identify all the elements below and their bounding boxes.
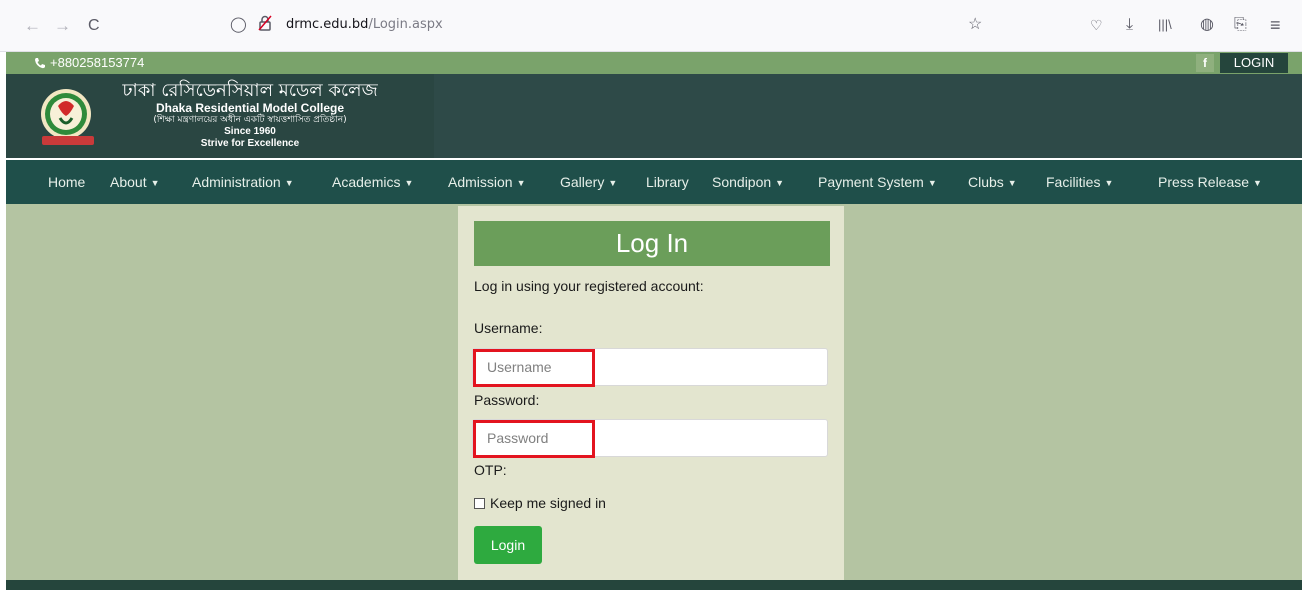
nav-label: Facilities — [1046, 174, 1101, 190]
footer-strip — [6, 580, 1302, 590]
password-field[interactable] — [472, 419, 828, 458]
forward-icon[interactable]: → — [54, 16, 71, 36]
nav-label: Library — [646, 174, 689, 190]
nav-academics[interactable]: Academics ▼ — [332, 174, 413, 190]
nav-facilities[interactable]: Facilities ▼ — [1046, 174, 1113, 190]
browser-toolbar: ← → C ◯ drmc.edu.bd/Login.aspx ☆ ♡ ⤓ |||… — [0, 0, 1302, 52]
nav-about[interactable]: About ▼ — [110, 174, 160, 190]
shield-icon[interactable]: ◯ — [230, 15, 247, 33]
nav-label: Administration — [192, 174, 281, 190]
lock-icon[interactable] — [258, 15, 272, 34]
nav-label: Clubs — [968, 174, 1004, 190]
nav-press-release[interactable]: Press Release ▼ — [1158, 174, 1262, 190]
nav-administration[interactable]: Administration ▼ — [192, 174, 294, 190]
chevron-down-icon: ▼ — [1104, 178, 1114, 188]
password-label: Password: — [474, 392, 540, 408]
library-icon[interactable]: |||\ — [1158, 15, 1172, 35]
chevron-down-icon: ▼ — [150, 178, 160, 188]
top-info-bar: +880258153774 f LOGIN — [6, 52, 1302, 74]
nav-admission[interactable]: Admission ▼ — [448, 174, 526, 190]
phone-number: +880258153774 — [50, 55, 145, 70]
pocket-icon[interactable]: ♡ — [1090, 15, 1103, 35]
download-icon[interactable]: ⤓ — [1126, 15, 1133, 35]
otp-label: OTP: — [474, 462, 507, 478]
nav-label: About — [110, 174, 147, 190]
chevron-down-icon: ▼ — [1253, 178, 1262, 188]
top-login-button[interactable]: LOGIN — [1220, 53, 1288, 73]
login-intro-text: Log in using your registered account: — [474, 278, 704, 294]
chevron-down-icon: ▼ — [284, 178, 294, 188]
chevron-down-icon: ▼ — [404, 178, 414, 188]
nav-home[interactable]: Home — [48, 174, 85, 190]
nav-clubs[interactable]: Clubs ▼ — [968, 174, 1017, 190]
globe-icon[interactable]: ◍ — [1200, 15, 1214, 35]
since-text: Since 1960 — [224, 126, 276, 137]
bookmark-star-icon[interactable]: ☆ — [968, 15, 982, 35]
chevron-down-icon: ▼ — [775, 178, 785, 188]
keep-signed-in-checkbox[interactable] — [474, 498, 485, 509]
nav-payment-system[interactable]: Payment System ▼ — [818, 174, 937, 190]
nav-label: Gallery — [560, 174, 605, 190]
site-header: ঢাকা রেসিডেনসিয়াল মডেল কলেজ Dhaka Resid… — [6, 74, 1302, 158]
nav-label: Academics — [332, 174, 401, 190]
chevron-down-icon: ▼ — [608, 178, 618, 188]
nav-label: Home — [48, 174, 86, 190]
nav-label: Sondipon — [712, 174, 772, 190]
username-input[interactable] — [473, 349, 827, 385]
extension-icon[interactable]: ⎘ — [1234, 15, 1247, 35]
header-brand: ঢাকা রেসিডেনসিয়াল মডেল কলেজ Dhaka Resid… — [6, 74, 434, 158]
chevron-down-icon: ▼ — [927, 178, 937, 188]
nav-label: Press Release — [1158, 174, 1250, 190]
reload-icon[interactable]: C — [88, 16, 100, 36]
nav-sondipon[interactable]: Sondipon ▼ — [712, 174, 784, 190]
college-name-block: ঢাকা রেসিডেনসিয়াল মডেল কলেজ Dhaka Resid… — [100, 80, 400, 150]
nav-label: Admission — [448, 174, 513, 190]
phone-icon — [34, 56, 46, 74]
username-label: Username: — [474, 320, 543, 336]
chevron-down-icon: ▼ — [1007, 178, 1017, 188]
facebook-icon[interactable]: f — [1196, 54, 1214, 72]
address-bar[interactable]: ◯ drmc.edu.bd/Login.aspx — [226, 12, 1006, 40]
nav-label: Payment System — [818, 174, 924, 190]
chevron-down-icon: ▼ — [516, 178, 526, 188]
college-subtitle: (শিক্ষা মন্ত্রণালয়ের অধীন একটি স্বায়ত্… — [153, 115, 347, 125]
url-text[interactable]: drmc.edu.bd/Login.aspx — [286, 17, 443, 32]
menu-icon[interactable]: ≡ — [1270, 15, 1281, 35]
motto-text: Strive for Excellence — [200, 138, 300, 149]
nav-library[interactable]: Library — [646, 174, 689, 190]
keep-signed-in-label[interactable]: Keep me signed in — [490, 495, 606, 511]
login-title: Log In — [474, 221, 830, 266]
college-name-bangla: ঢাকা রেসিডেনসিয়াল মডেল কলেজ — [122, 80, 378, 101]
login-panel: Log In Log in using your registered acco… — [458, 206, 844, 580]
username-field[interactable] — [472, 348, 828, 387]
college-logo-icon[interactable] — [38, 84, 100, 148]
back-icon[interactable]: ← — [24, 16, 41, 36]
main-navigation: Home About ▼ Administration ▼ Academics ▼ A… — [6, 160, 1302, 204]
nav-gallery[interactable]: Gallery ▼ — [560, 174, 617, 190]
college-name-english: Dhaka Residential Model College — [155, 101, 345, 115]
login-button[interactable]: Login — [474, 526, 542, 564]
password-input[interactable] — [473, 420, 827, 456]
